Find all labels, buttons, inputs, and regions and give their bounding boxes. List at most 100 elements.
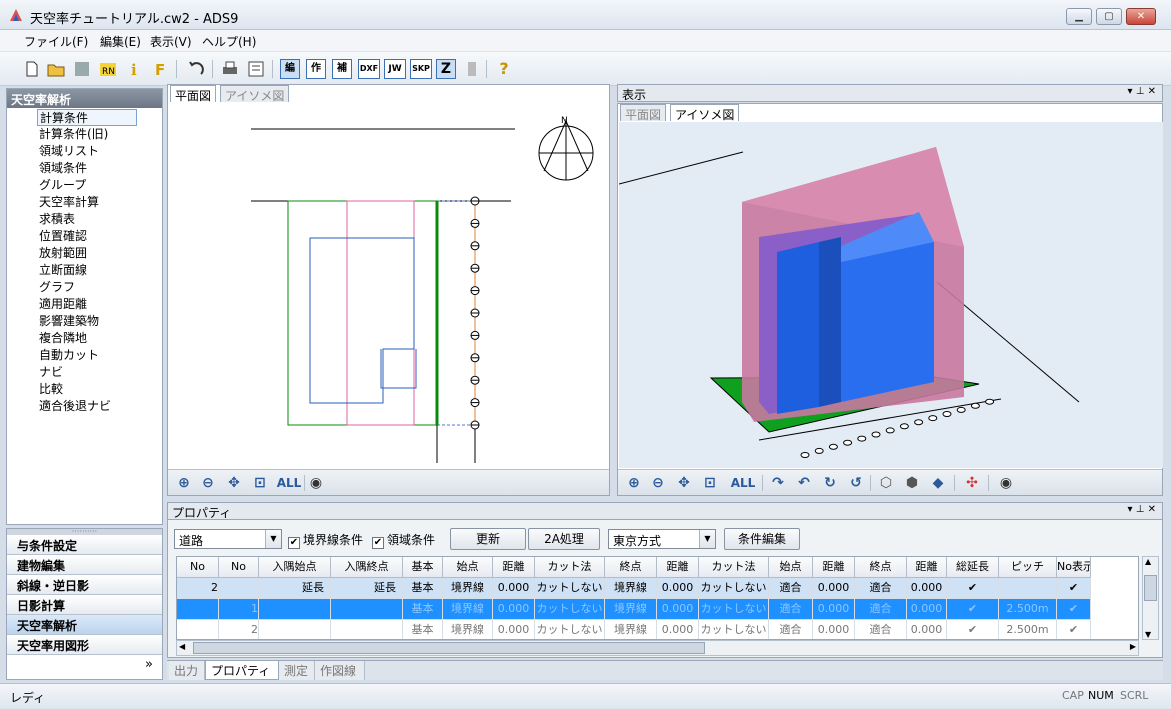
column-header[interactable]: 総延長 [947,557,999,578]
type-select[interactable]: 道路 ▼ [174,529,282,549]
tree-item[interactable]: 立断面線 [37,262,89,279]
tree-item[interactable]: グループ [37,177,88,194]
nav-button[interactable]: 斜線・逆日影 [7,575,162,595]
undo-icon[interactable] [186,59,206,79]
nav-button[interactable]: 天空率解析 [7,615,162,635]
pan-icon[interactable]: ✥ [674,474,694,492]
tree-item[interactable]: 放射範囲 [37,245,89,262]
vertical-scrollbar[interactable]: ▲ ▼ [1142,556,1159,640]
tree-item[interactable]: 計算条件 [37,109,137,126]
column-header[interactable]: カット法 [535,557,605,578]
column-header[interactable]: 終点 [855,557,907,578]
rotate-down-icon[interactable]: ↺ [846,474,866,492]
tree-item[interactable]: 影響建築物 [37,313,101,330]
column-header[interactable]: ピッチ [999,557,1057,578]
rotate-left-icon[interactable]: ↷ [768,474,788,492]
column-header[interactable]: 距離 [907,557,947,578]
menu-view[interactable]: 表示(V) [150,33,192,50]
tab-isometric-iso[interactable]: アイソメ図 [670,104,740,122]
table-row[interactable]: 2 基本 境界線 0.000 カットしない 境界線 0.000 カットしない 適合 0.000 適合… [177,620,1138,639]
tree-item[interactable]: グラフ [37,279,77,296]
menu-file[interactable]: ファイル(F) [24,33,88,50]
mode-edit-button[interactable]: 編 [280,59,300,79]
tree-item[interactable]: 計算条件(旧) [37,126,110,143]
column-header[interactable]: カット法 [699,557,769,578]
menu-edit[interactable]: 編集(E) [100,33,141,50]
tree-item[interactable]: ナビ [37,364,65,381]
f-icon[interactable]: F [150,59,170,79]
process-2a-button[interactable]: 2A処理 [528,528,600,550]
print-icon[interactable] [220,59,240,79]
horizontal-scrollbar[interactable]: ◀ ▶ [176,640,1139,656]
tree-item[interactable]: 領域リスト [37,143,101,160]
zoom-window-icon[interactable]: ⊡ [250,474,270,492]
tab-isometric[interactable]: アイソメ図 [220,85,290,103]
boundary-checkbox[interactable]: ✔ 境界線条件 [288,531,363,549]
table-row[interactable]: 2 延長 延長 基本 境界線 0.000 カットしない 境界線 0.000 カットしない 適合 0.0… [177,578,1138,599]
tab-plan-iso[interactable]: 平面図 [620,104,667,122]
mode-assist-button[interactable]: 補 [332,59,352,79]
plan-drawing[interactable]: N [169,103,609,468]
edit-conditions-button[interactable]: 条件編集 [724,528,800,550]
tab-plan[interactable]: 平面図 [170,85,217,103]
z-button[interactable]: Z [436,59,456,79]
table-row[interactable]: 1 基本 境界線 0.000 カットしない 境界線 0.000 カットしない 適合 0.000 適合… [177,599,1138,620]
tree-item[interactable]: 求積表 [37,211,77,228]
rn-icon[interactable]: RN [98,59,118,79]
nav-button[interactable]: 日影計算 [7,595,162,615]
pane-controls-icon[interactable]: ▾ ⊥ ✕ [1128,504,1156,515]
column-header[interactable]: No [219,557,259,578]
rotate-right-icon[interactable]: ↶ [794,474,814,492]
view-eye-icon[interactable]: ◉ [996,474,1016,492]
dxf-button[interactable]: DXF [358,59,380,79]
iso-drawing[interactable] [619,122,1163,468]
update-button[interactable]: 更新 [450,528,526,550]
column-header[interactable]: 入隅終点 [331,557,403,578]
menu-help[interactable]: ヘルプ(H) [202,33,256,50]
shaded-icon[interactable]: ◆ [928,474,948,492]
column-header[interactable]: 始点 [443,557,493,578]
column-header[interactable]: 終点 [605,557,657,578]
column-header[interactable]: No表示 [1057,557,1091,578]
zoom-window-icon[interactable]: ⊡ [700,474,720,492]
save-icon[interactable] [72,59,92,79]
minimize-button[interactable]: ▁ [1066,8,1092,25]
zoom-all-button[interactable]: ALL [730,474,756,492]
wireframe-icon[interactable]: ⬡ [876,474,896,492]
tree-item[interactable]: 天空率計算 [37,194,101,211]
view-eye-icon[interactable]: ◉ [306,474,326,492]
column-header[interactable]: 距離 [813,557,855,578]
open-folder-icon[interactable] [46,59,66,79]
help-icon[interactable]: ? [494,59,514,79]
nav-button[interactable]: 与条件設定 [7,535,162,555]
pane-controls-icon[interactable]: ▾ ⊥ ✕ [1128,86,1156,97]
bottom-tab[interactable]: プロパティ [205,661,279,680]
nav-button[interactable]: 建物編集 [7,555,162,575]
info-icon[interactable]: i [124,59,144,79]
preview-icon[interactable] [246,59,266,79]
zoom-in-icon[interactable]: ⊕ [624,474,644,492]
axis-icon[interactable]: ✣ [962,474,982,492]
method-select[interactable]: 東京方式 ▼ [608,529,716,549]
skp-button[interactable]: SKP [410,59,432,79]
zoom-out-icon[interactable]: ⊖ [198,474,218,492]
maximize-button[interactable]: ▢ [1096,8,1122,25]
column-header[interactable]: 始点 [769,557,813,578]
new-file-icon[interactable] [22,59,42,79]
bottom-tab[interactable]: 作図線 [315,661,365,680]
tree-item[interactable]: 領域条件 [37,160,89,177]
pan-icon[interactable]: ✥ [224,474,244,492]
column-header[interactable]: No [177,557,219,578]
zoom-in-icon[interactable]: ⊕ [174,474,194,492]
tree-item[interactable]: 適用距離 [37,296,89,313]
tree-item[interactable]: 自動カット [37,347,101,364]
hidden-line-icon[interactable]: ⬢ [902,474,922,492]
column-header[interactable]: 入隅始点 [259,557,331,578]
bottom-tab[interactable]: 出力 [169,661,205,680]
mode-create-button[interactable]: 作 [306,59,326,79]
zoom-out-icon[interactable]: ⊖ [648,474,668,492]
bottom-tab[interactable]: 測定 [279,661,315,680]
column-header[interactable]: 距離 [493,557,535,578]
column-header[interactable]: 基本 [403,557,443,578]
tree-item[interactable]: 比較 [37,381,65,398]
